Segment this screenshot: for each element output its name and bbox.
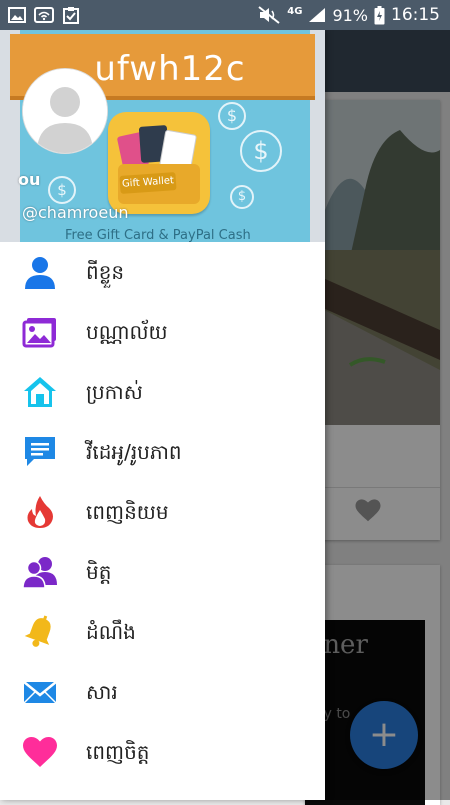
menu-item-label: មិត្ត: [86, 560, 112, 584]
mute-icon: [258, 6, 280, 24]
dollar-coin-icon: $: [48, 176, 76, 204]
menu-item-label: ពេញចិត្ត: [86, 740, 150, 764]
clock: 16:15: [391, 5, 440, 25]
menu-item-label: សារ: [86, 680, 118, 704]
drawer-header: ufwh12c $ $ $ $ Gift Wallet Free Gift Ca…: [0, 30, 325, 242]
menu-item-post[interactable]: ប្រកាស់: [0, 362, 325, 422]
drawer-menu: ពីខ្លួន បណ្ណាល័យ ប្រកាស់ វីដេអូ/រូបភាព ព…: [0, 242, 325, 782]
bell-icon: [24, 615, 51, 647]
fire-icon: [27, 496, 53, 528]
gallery-icon: [22, 318, 56, 348]
banner-footer-text: Free Gift Card & PayPal Cash: [65, 228, 251, 242]
network-type: 4G: [287, 5, 303, 17]
gift-wallet-logo: Gift Wallet: [108, 112, 210, 214]
menu-item-messages[interactable]: សារ: [0, 662, 325, 722]
default-avatar-icon: [23, 69, 107, 153]
menu-item-favorites[interactable]: ពេញចិត្ត: [0, 722, 325, 782]
mail-icon: [23, 681, 57, 704]
avatar[interactable]: [22, 68, 108, 154]
menu-item-label: ពីខ្លួន: [86, 260, 125, 284]
menu-item-profile[interactable]: ពីខ្លួន: [0, 242, 325, 302]
menu-item-label: វីដេអូ/រូបភាព: [86, 440, 182, 464]
friends-icon: [22, 557, 57, 589]
user-name: ou: [18, 170, 41, 189]
menu-item-label: ដំណឹង: [86, 620, 136, 644]
menu-item-videos-photos[interactable]: វីដេអូ/រូបភាព: [0, 422, 325, 482]
user-handle: @chamroeun: [22, 203, 129, 222]
heart-icon: [23, 737, 57, 767]
status-bar: 4G 91% 16:15: [0, 0, 450, 30]
menu-item-label: ប្រកាស់: [86, 380, 143, 404]
navigation-drawer: ufwh12c $ $ $ $ Gift Wallet Free Gift Ca…: [0, 30, 325, 800]
home-icon: [24, 377, 56, 407]
image-notification-icon: [8, 7, 26, 23]
menu-item-friends[interactable]: មិត្ត: [0, 542, 325, 602]
chat-icon: [25, 437, 55, 466]
menu-item-label: បណ្ណាល័យ: [86, 320, 168, 344]
menu-item-notifications[interactable]: ដំណឹង: [0, 602, 325, 662]
signal-icon: [309, 8, 326, 22]
person-icon: [25, 257, 55, 289]
menu-item-popular[interactable]: ពេញនិយម: [0, 482, 325, 542]
battery-percent: 91%: [332, 5, 368, 25]
battery-charging-icon: [374, 5, 385, 24]
menu-item-label: ពេញនិយម: [86, 500, 169, 524]
dollar-coin-icon: $: [230, 185, 254, 209]
dollar-coin-icon: $: [240, 130, 282, 172]
dollar-coin-icon: $: [218, 102, 246, 130]
menu-item-library[interactable]: បណ្ណាល័យ: [0, 302, 325, 362]
clipboard-check-icon: [63, 7, 79, 24]
wifi-notification-icon: [34, 7, 54, 23]
